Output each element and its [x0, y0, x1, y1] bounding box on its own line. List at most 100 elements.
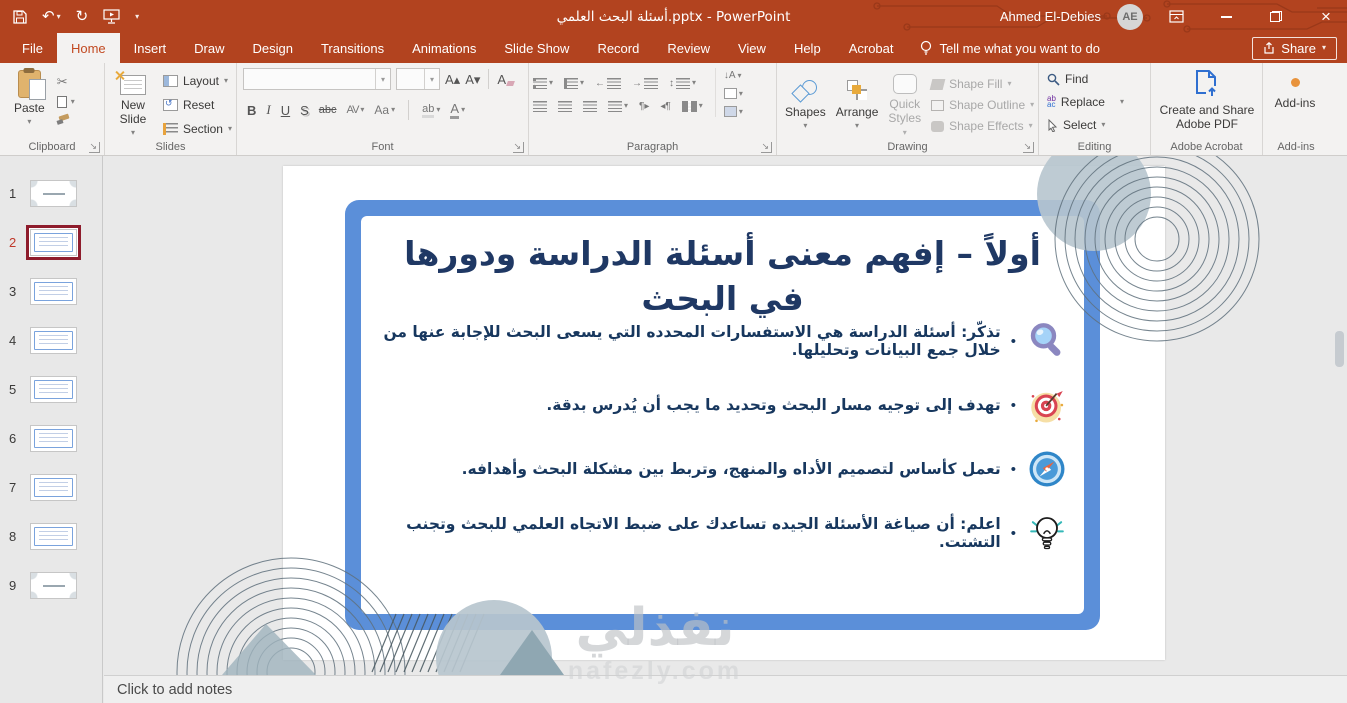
- thumbnail-slide-6[interactable]: 6: [0, 414, 102, 463]
- replace-button[interactable]: ab ac Replace ▾: [1047, 94, 1146, 110]
- section-button[interactable]: Section ▾: [162, 118, 232, 140]
- slide-6-thumb[interactable]: [30, 425, 77, 452]
- underline-button[interactable]: U: [281, 103, 290, 118]
- bold-button[interactable]: B: [247, 103, 256, 118]
- paragraph-dialog-launcher[interactable]: ↘: [761, 142, 772, 153]
- tab-slide-show[interactable]: Slide Show: [490, 33, 583, 63]
- font-name-combobox[interactable]: ▾: [243, 68, 391, 90]
- current-slide[interactable]: أولاً – إفهم معنى أسئلة الدراسة ودورها ف…: [283, 166, 1165, 660]
- close-button[interactable]: ×: [1309, 0, 1343, 33]
- tab-design[interactable]: Design: [239, 33, 307, 63]
- reset-button[interactable]: Reset: [162, 94, 232, 116]
- find-button[interactable]: Find: [1047, 71, 1146, 87]
- shape-fill-button[interactable]: Shape Fill ▾: [929, 77, 1034, 91]
- shapes-button[interactable]: Shapes ▾: [781, 75, 830, 132]
- slide-7-thumb[interactable]: [30, 474, 77, 501]
- addins-button[interactable]: Add-ins: [1267, 68, 1323, 112]
- tab-transitions[interactable]: Transitions: [307, 33, 398, 63]
- paste-button[interactable]: Paste ▾: [10, 68, 49, 128]
- font-dialog-launcher[interactable]: ↘: [513, 142, 524, 153]
- clear-formatting-button[interactable]: A: [497, 73, 515, 86]
- slide-3-thumb[interactable]: [30, 278, 77, 305]
- thumbnail-slide-3[interactable]: 3: [0, 267, 102, 316]
- ribbon-display-options-button[interactable]: [1159, 0, 1193, 33]
- shape-effects-button[interactable]: Shape Effects ▾: [931, 119, 1034, 133]
- italic-button[interactable]: I: [266, 102, 270, 118]
- layout-button[interactable]: Layout ▾: [162, 70, 232, 92]
- new-slide-button[interactable]: New Slide ▾: [109, 69, 157, 140]
- align-text-button[interactable]: ▾: [723, 88, 743, 99]
- character-spacing-button[interactable]: AV ▾: [347, 104, 365, 116]
- tab-help[interactable]: Help: [780, 33, 835, 63]
- decrease-font-size-button[interactable]: A▾: [465, 73, 480, 86]
- text-direction-button[interactable]: ↓A ▾: [724, 70, 743, 81]
- shape-outline-button[interactable]: Shape Outline ▾: [931, 98, 1034, 112]
- tab-draw[interactable]: Draw: [180, 33, 238, 63]
- font-color-button[interactable]: A ▾: [450, 101, 465, 119]
- save-button[interactable]: [13, 9, 27, 24]
- tab-insert[interactable]: Insert: [120, 33, 181, 63]
- font-size-combobox[interactable]: ▾: [396, 68, 440, 90]
- numbering-button[interactable]: ▾: [564, 77, 584, 89]
- cut-button[interactable]: ✂: [57, 74, 75, 90]
- increase-font-size-button[interactable]: A▴: [445, 73, 460, 86]
- slide-4-thumb[interactable]: [30, 327, 77, 354]
- thumbnail-slide-4[interactable]: 4: [0, 316, 102, 365]
- copy-button[interactable]: ▾: [53, 92, 75, 108]
- bullets-button[interactable]: ▾: [533, 77, 553, 89]
- slide-2-thumb[interactable]: [30, 229, 77, 256]
- bullet-row-1[interactable]: تذكّر: أسئلة الدراسة هي الاستفسارات المح…: [381, 320, 1068, 362]
- bullet-row-4[interactable]: اعلم: أن صياغة الأسئلة الجيده تساعدك على…: [381, 512, 1068, 554]
- restore-button[interactable]: [1259, 0, 1293, 33]
- convert-smartart-button[interactable]: ▾: [723, 106, 743, 117]
- tab-animations[interactable]: Animations: [398, 33, 490, 63]
- decrease-indent-button[interactable]: ←: [595, 77, 622, 89]
- justify-button[interactable]: ▾: [608, 100, 628, 112]
- notes-pane[interactable]: Click to add notes: [104, 675, 1347, 703]
- tab-view[interactable]: View: [724, 33, 780, 63]
- tab-record[interactable]: Record: [583, 33, 653, 63]
- text-shadow-button[interactable]: S: [300, 103, 309, 118]
- slide-9-thumb[interactable]: [30, 572, 77, 599]
- strikethrough-button[interactable]: abc: [319, 104, 337, 116]
- minimize-button[interactable]: [1209, 0, 1243, 33]
- bullet-row-3[interactable]: تعمل كأساس لتصميم الأداه والمنهج، وتربط …: [381, 448, 1068, 490]
- undo-button[interactable]: ↶ ▾: [42, 9, 61, 24]
- quick-styles-button[interactable]: Quick Styles ▾: [884, 68, 925, 139]
- text-highlight-button[interactable]: ab ▾: [422, 103, 440, 118]
- share-button[interactable]: Share ▾: [1252, 36, 1337, 60]
- align-center-button[interactable]: [558, 100, 572, 112]
- tell-me-box[interactable]: Tell me what you want to do: [908, 33, 1112, 63]
- thumbnail-slide-7[interactable]: 7: [0, 463, 102, 512]
- start-slideshow-button[interactable]: [103, 9, 120, 24]
- change-case-button[interactable]: Aa ▾: [374, 103, 395, 117]
- thumbnail-slide-5[interactable]: 5: [0, 365, 102, 414]
- bullet-row-2[interactable]: تهدف إلى توجيه مسار البحث وتحديد ما يجب …: [381, 384, 1068, 426]
- thumbnail-slide-2-selected[interactable]: 2: [0, 218, 102, 267]
- tab-review[interactable]: Review: [653, 33, 724, 63]
- drawing-dialog-launcher[interactable]: ↘: [1023, 142, 1034, 153]
- vertical-scrollbar-thumb[interactable]: [1335, 331, 1344, 367]
- select-button[interactable]: Select ▾: [1047, 117, 1146, 133]
- increase-indent-button[interactable]: →: [632, 77, 659, 89]
- avatar[interactable]: AE: [1117, 3, 1143, 30]
- line-spacing-button[interactable]: ↕ ▾: [669, 77, 696, 89]
- tab-acrobat[interactable]: Acrobat: [835, 33, 908, 63]
- thumbnail-slide-1[interactable]: 1: [0, 169, 102, 218]
- ltr-direction-button[interactable]: ¶▸: [639, 101, 649, 112]
- align-left-button[interactable]: [533, 100, 547, 112]
- clipboard-dialog-launcher[interactable]: ↘: [89, 142, 100, 153]
- redo-button[interactable]: ↻: [76, 9, 89, 24]
- thumbnail-slide-9[interactable]: 9: [0, 561, 102, 610]
- slide-1-thumb[interactable]: [30, 180, 77, 207]
- customize-qat-button[interactable]: ▾: [135, 12, 139, 21]
- thumbnail-slide-8[interactable]: 8: [0, 512, 102, 561]
- slide-title[interactable]: أولاً – إفهم معنى أسئلة الدراسة ودورها ف…: [361, 232, 1084, 321]
- columns-button[interactable]: ▾: [681, 100, 703, 112]
- arrange-button[interactable]: Arrange ▾: [832, 75, 883, 132]
- slide-8-thumb[interactable]: [30, 523, 77, 550]
- tab-file[interactable]: File: [8, 33, 57, 63]
- align-right-button[interactable]: [583, 100, 597, 112]
- tab-home[interactable]: Home: [56, 33, 120, 63]
- create-share-pdf-button[interactable]: Create and Share Adobe PDF: [1155, 68, 1259, 134]
